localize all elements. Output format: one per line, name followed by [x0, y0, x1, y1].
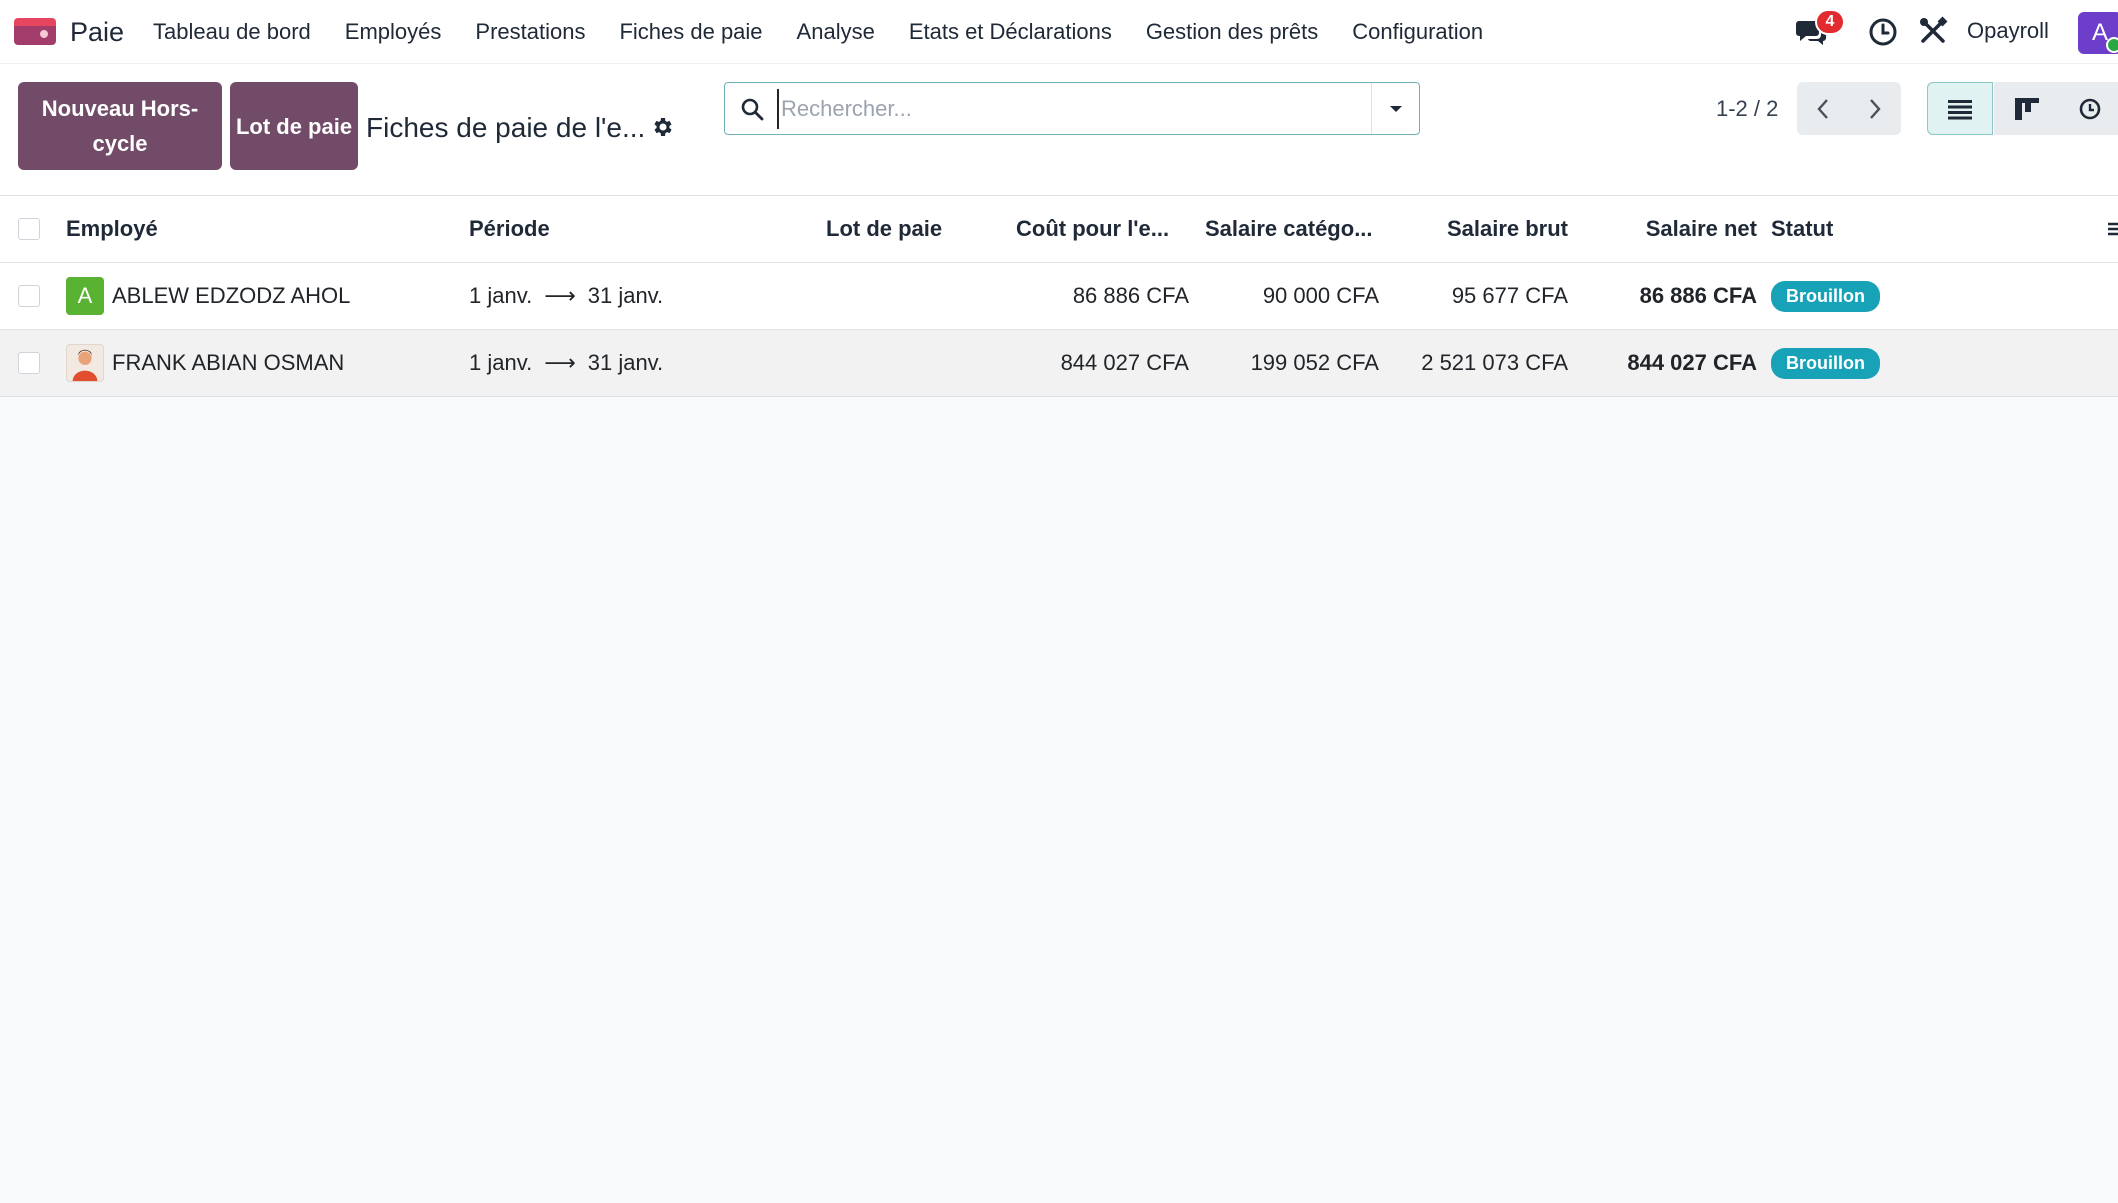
period-end: 31 janv.: [587, 283, 664, 308]
table-row[interactable]: FRANK ABIAN OSMAN 1 janv. ⟶ 31 janv. 844…: [0, 330, 2118, 397]
menu-item-analysis[interactable]: Analyse: [797, 19, 875, 45]
table-header: Employé Période Lot de paie Coût pour l'…: [0, 196, 2118, 263]
activity-clock-icon[interactable]: [1868, 17, 1898, 47]
gross-salary-cell: 2 521 073 CFA: [1421, 350, 1568, 375]
employee-cell: A ABLEW EDZODZ AHOL: [66, 263, 350, 329]
payroll-app-icon[interactable]: [14, 18, 56, 45]
search-options-toggle[interactable]: [1371, 83, 1419, 134]
status-badge: Brouillon: [1771, 280, 1880, 312]
row-checkbox[interactable]: [18, 352, 40, 374]
main-menu: Tableau de bord Employés Prestations Fic…: [153, 0, 1517, 64]
status-cell: Brouillon: [1771, 330, 1880, 396]
period-start: 1 janv.: [469, 350, 533, 375]
menu-item-payslips[interactable]: Fiches de paie: [619, 19, 762, 45]
menu-item-employees[interactable]: Employés: [345, 19, 442, 45]
employee-avatar: A: [66, 277, 104, 315]
period-start: 1 janv.: [469, 283, 533, 308]
messages-count-badge: 4: [1815, 9, 1845, 35]
status-cell: Brouillon: [1771, 263, 1880, 329]
arrow-right-icon: ⟶: [544, 283, 576, 308]
employee-name: ABLEW EDZODZ AHOL: [112, 283, 351, 308]
cost-cell: 844 027 CFA: [1060, 350, 1189, 375]
list-icon: [1948, 99, 1972, 119]
tools-icon[interactable]: [1918, 16, 1948, 46]
employee-name: FRANK ABIAN OSMAN: [112, 350, 345, 375]
control-panel: Nouveau Hors-cycle Lot de paie Fiches de…: [0, 64, 2118, 196]
arrow-right-icon: ⟶: [544, 350, 576, 375]
category-salary-cell: 199 052 CFA: [1250, 350, 1379, 375]
table-row[interactable]: A ABLEW EDZODZ AHOL 1 janv. ⟶ 31 janv. 8…: [0, 263, 2118, 330]
employee-photo-avatar: [66, 344, 104, 382]
pager-previous-button[interactable]: [1797, 82, 1849, 135]
gross-salary-cell: 95 677 CFA: [1451, 283, 1568, 308]
app-name[interactable]: Paie: [70, 17, 124, 48]
menu-item-loans[interactable]: Gestion des prêts: [1146, 19, 1318, 45]
optional-columns-icon[interactable]: [2106, 218, 2118, 240]
caret-down-icon: [1389, 105, 1402, 112]
pager-value[interactable]: 1-2 / 2: [1716, 96, 1778, 122]
net-salary-cell: 844 027 CFA: [1627, 350, 1757, 375]
kanban-view-button[interactable]: [1994, 82, 2060, 135]
column-header-category-salary[interactable]: Salaire catégo...: [1205, 196, 1373, 262]
column-header-gross[interactable]: Salaire brut: [1400, 196, 1568, 262]
menu-item-configuration[interactable]: Configuration: [1352, 19, 1483, 45]
payslip-list: Employé Période Lot de paie Coût pour l'…: [0, 196, 2118, 397]
gear-icon[interactable]: [651, 115, 675, 139]
new-off-cycle-button[interactable]: Nouveau Hors-cycle: [18, 82, 222, 170]
status-badge: Brouillon: [1771, 347, 1880, 379]
chevron-right-icon: [1870, 98, 1881, 119]
top-navbar: Paie Tableau de bord Employés Prestation…: [0, 0, 2118, 64]
select-all-checkbox[interactable]: [18, 218, 40, 240]
category-salary-cell: 90 000 CFA: [1262, 283, 1379, 308]
person-icon: [72, 349, 98, 381]
net-salary-cell: 86 886 CFA: [1639, 283, 1757, 308]
company-switcher[interactable]: Opayroll: [1967, 18, 2049, 44]
list-view-button[interactable]: [1927, 82, 1993, 135]
online-status-icon: [2106, 37, 2118, 53]
payroll-batch-button[interactable]: Lot de paie: [230, 82, 358, 170]
clock-icon: [2079, 98, 2101, 119]
menu-item-reports[interactable]: Etats et Déclarations: [909, 19, 1112, 45]
column-header-cost[interactable]: Coût pour l'e...: [1016, 196, 1169, 262]
menu-item-dashboard[interactable]: Tableau de bord: [153, 19, 311, 45]
search-icon: [741, 98, 764, 121]
activity-view-button[interactable]: [2060, 82, 2118, 135]
employee-cell: FRANK ABIAN OSMAN: [66, 330, 344, 396]
row-checkbox[interactable]: [18, 285, 40, 307]
period-cell: 1 janv. ⟶ 31 janv.: [469, 330, 663, 396]
page-title: Fiches de paie de l'e...: [366, 112, 646, 143]
column-header-period[interactable]: Période: [469, 196, 550, 262]
period-end: 31 janv.: [587, 350, 664, 375]
cost-cell: 86 886 CFA: [1072, 283, 1189, 308]
menu-item-benefits[interactable]: Prestations: [475, 19, 585, 45]
column-header-employee[interactable]: Employé: [66, 196, 158, 262]
column-header-status[interactable]: Statut: [1771, 196, 1833, 262]
kanban-icon: [2015, 97, 2039, 120]
search-bar: [724, 82, 1420, 135]
period-cell: 1 janv. ⟶ 31 janv.: [469, 263, 663, 329]
pager-next-button[interactable]: [1849, 82, 1901, 135]
column-header-batch[interactable]: Lot de paie: [826, 196, 942, 262]
column-header-net[interactable]: Salaire net: [1590, 196, 1757, 262]
chevron-left-icon: [1817, 98, 1828, 119]
search-input[interactable]: [777, 89, 1377, 129]
